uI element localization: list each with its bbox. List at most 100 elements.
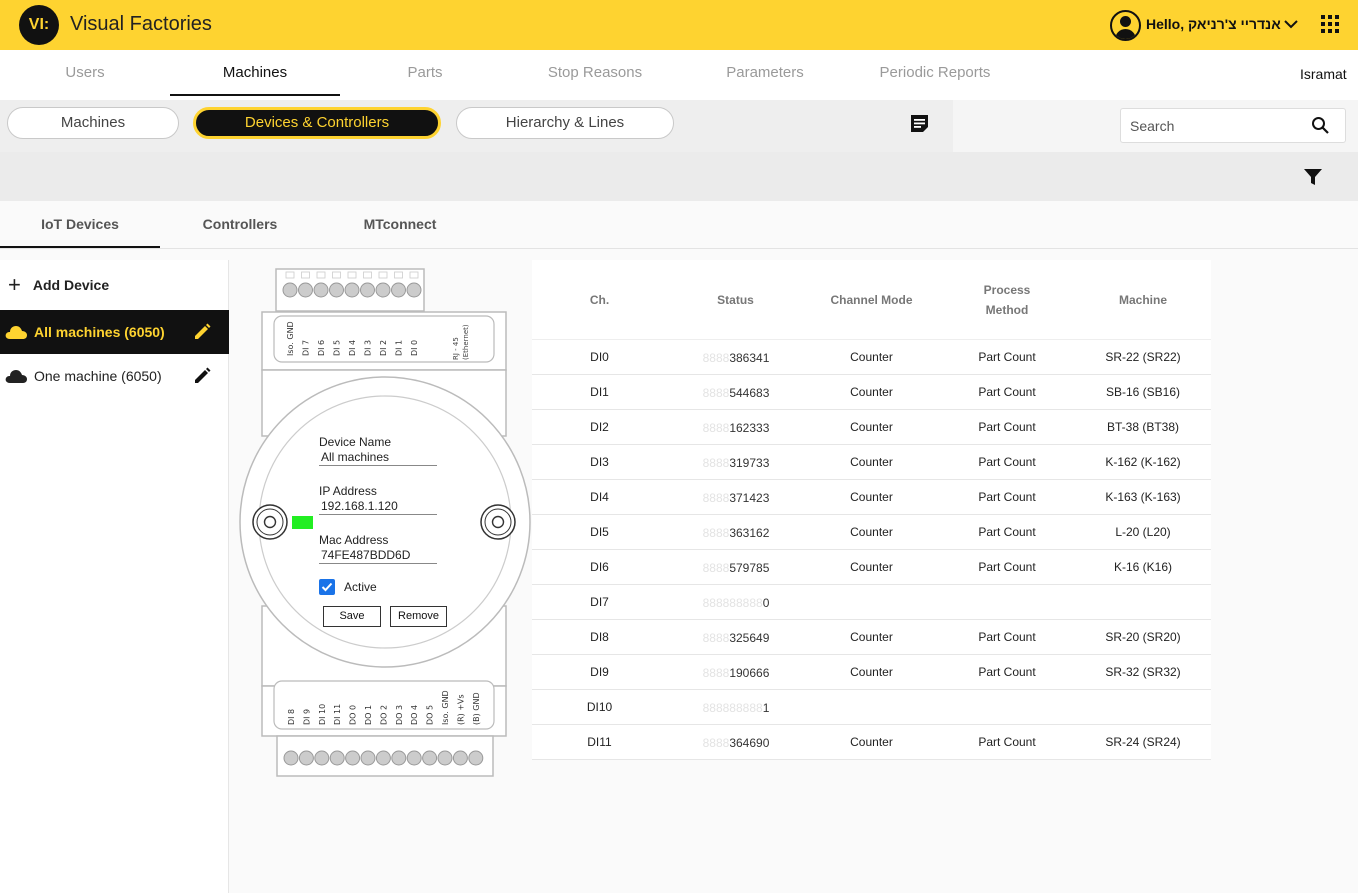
pin-label: (R) +Vs bbox=[456, 694, 465, 725]
device-item-all-machines[interactable]: All machines (6050) bbox=[0, 310, 229, 354]
device-name-input[interactable] bbox=[319, 448, 437, 466]
cell-status: 8888386341 bbox=[682, 340, 790, 375]
status-value: 363162 bbox=[729, 526, 770, 540]
table-row[interactable]: DI3 8888319733 Counter Part Count K-162 (K-1… bbox=[532, 445, 1211, 480]
device-item-one-machine[interactable]: One machine (6050) bbox=[0, 354, 229, 398]
table-row[interactable]: DI9 8888190666 Counter Part Count SR-32 (SR3… bbox=[532, 655, 1211, 690]
cell-channel-mode: Counter bbox=[850, 420, 893, 434]
table-row[interactable]: DI5 8888363162 Counter Part Count L-20 (L20) bbox=[532, 515, 1211, 550]
tab-parameters[interactable]: Parameters bbox=[680, 50, 850, 96]
table-body: DI0 8888386341 Counter Part Count SR-22 (SR2… bbox=[532, 340, 1211, 760]
ip-address-input[interactable] bbox=[319, 497, 437, 515]
terminal-screw bbox=[406, 282, 422, 298]
active-label: Active bbox=[344, 580, 377, 594]
pencil-icon[interactable] bbox=[193, 323, 211, 341]
tab-controllers[interactable]: Controllers bbox=[160, 201, 320, 248]
status-ghost-digits: 8888 bbox=[702, 736, 730, 750]
cell-status: 8888579785 bbox=[682, 550, 790, 585]
filter-icon[interactable] bbox=[1304, 168, 1322, 186]
pill-hierarchy-lines[interactable]: Hierarchy & Lines bbox=[456, 107, 674, 139]
tab-users[interactable]: Users bbox=[0, 50, 170, 96]
table-row[interactable]: DI6 8888579785 Counter Part Count K-16 (K16) bbox=[532, 550, 1211, 585]
cloud-icon bbox=[5, 326, 27, 339]
apps-grid-icon[interactable] bbox=[1321, 15, 1339, 33]
cell-channel: DI8 bbox=[590, 630, 609, 644]
user-avatar-icon[interactable] bbox=[1110, 10, 1141, 41]
tab-mtconnect[interactable]: MTconnect bbox=[320, 201, 480, 248]
cell-process-method: Part Count bbox=[978, 525, 1036, 539]
terminal-screw bbox=[314, 750, 330, 766]
brand-logo[interactable]: VI: bbox=[19, 5, 59, 45]
cell-process-method: Part Count bbox=[978, 350, 1036, 364]
user-greeting[interactable]: Hello, אנדריי צ'רניאק bbox=[1146, 16, 1281, 32]
cell-machine: L-20 (L20) bbox=[1115, 525, 1171, 539]
pin-label: Iso. GND bbox=[441, 690, 450, 725]
pill-devices-controllers[interactable]: Devices & Controllers bbox=[193, 107, 441, 139]
save-button[interactable]: Save bbox=[323, 606, 381, 627]
search-icon[interactable] bbox=[1311, 116, 1330, 135]
add-device-button[interactable]: + Add Device bbox=[8, 274, 109, 296]
status-value: 319733 bbox=[729, 456, 770, 470]
terminal-screw bbox=[391, 282, 406, 298]
cell-channel: DI1 bbox=[590, 385, 609, 399]
status-ghost-digits: 8888 bbox=[702, 526, 730, 540]
table-row[interactable]: DI7 8888888880 bbox=[532, 585, 1211, 620]
terminal-screw bbox=[360, 282, 375, 298]
cell-channel-mode: Counter bbox=[850, 560, 893, 574]
tab-periodic-reports[interactable]: Periodic Reports bbox=[850, 50, 1020, 96]
cell-status: 8888190666 bbox=[682, 655, 790, 690]
tab-iot-devices[interactable]: IoT Devices bbox=[0, 201, 160, 248]
cell-channel: DI3 bbox=[590, 455, 609, 469]
pin-label: DO 0 bbox=[349, 705, 358, 725]
active-checkbox[interactable] bbox=[319, 579, 335, 595]
pin-label: DI 5 bbox=[333, 340, 342, 356]
terminal-screw bbox=[345, 750, 361, 766]
status-ghost-digits: 8888 bbox=[702, 666, 730, 680]
table-row[interactable]: DI8 8888325649 Counter Part Count SR-20 (SR2… bbox=[532, 620, 1211, 655]
cell-channel: DI11 bbox=[587, 735, 612, 749]
table-row[interactable]: DI0 8888386341 Counter Part Count SR-22 (SR2… bbox=[532, 340, 1211, 375]
status-ghost-digits: 8888 bbox=[702, 561, 730, 575]
brand-name: Visual Factories bbox=[70, 13, 212, 35]
search-input[interactable] bbox=[1130, 109, 1310, 142]
cell-machine: K-162 (K-162) bbox=[1105, 455, 1181, 469]
mac-address-input[interactable] bbox=[319, 546, 437, 564]
status-ghost-digits: 8888 bbox=[702, 351, 730, 365]
status-value: 1 bbox=[762, 701, 770, 715]
table-row[interactable]: DI11 8888364690 Counter Part Count SR-24 (SR… bbox=[532, 725, 1211, 760]
table-row[interactable]: DI10 8888888881 bbox=[532, 690, 1211, 725]
status-ghost-digits: 8888 bbox=[702, 421, 730, 435]
terminal-screw bbox=[283, 750, 299, 766]
tab-parts[interactable]: Parts bbox=[340, 50, 510, 96]
pin-label: DI 3 bbox=[364, 340, 373, 356]
cell-status: 8888162333 bbox=[682, 410, 790, 445]
header-machine: Machine bbox=[1118, 293, 1167, 307]
cell-status: 8888363162 bbox=[682, 515, 790, 550]
table-row[interactable]: DI2 8888162333 Counter Part Count BT-38 (BT3… bbox=[532, 410, 1211, 445]
iot-device-diagram: Iso. GND DI 7 DI 6 DI 5 DI 4 DI 3 DI 2 DI 1 DI 0… bbox=[239, 268, 531, 777]
ethernet-sub-label: (Ethernet) bbox=[462, 324, 470, 360]
terminal-screw bbox=[329, 282, 344, 298]
table-row[interactable]: DI1 8888544683 Counter Part Count SB-16 (SB1… bbox=[532, 375, 1211, 410]
status-ghost-digits: 8888 bbox=[702, 386, 730, 400]
pin-label: DI 1 bbox=[395, 340, 404, 356]
document-icon[interactable] bbox=[910, 114, 929, 133]
cell-channel: DI5 bbox=[590, 525, 609, 539]
tab-machines[interactable]: Machines bbox=[170, 50, 340, 96]
add-device-label: Add Device bbox=[32, 277, 110, 293]
table-row[interactable]: DI4 8888371423 Counter Part Count K-163 (K-1… bbox=[532, 480, 1211, 515]
chevron-down-icon[interactable] bbox=[1283, 14, 1299, 34]
cell-process-method bbox=[939, 690, 1075, 725]
tab-stop-reasons[interactable]: Stop Reasons bbox=[510, 50, 680, 96]
pencil-icon[interactable] bbox=[193, 367, 211, 385]
pin-label: DO 5 bbox=[426, 705, 435, 725]
header-channel-mode: Channel Mode bbox=[830, 293, 913, 307]
remove-button[interactable]: Remove bbox=[390, 606, 447, 627]
cell-status: 8888319733 bbox=[682, 445, 790, 480]
cell-channel-mode: Counter bbox=[850, 630, 893, 644]
pill-machines[interactable]: Machines bbox=[7, 107, 179, 139]
header-process-line1: Process bbox=[983, 283, 1031, 297]
company-name[interactable]: Isramat bbox=[1300, 66, 1347, 82]
main-nav: Users Machines Parts Stop Reasons Parame… bbox=[0, 50, 1358, 100]
cell-status: 8888888880 bbox=[682, 585, 790, 620]
